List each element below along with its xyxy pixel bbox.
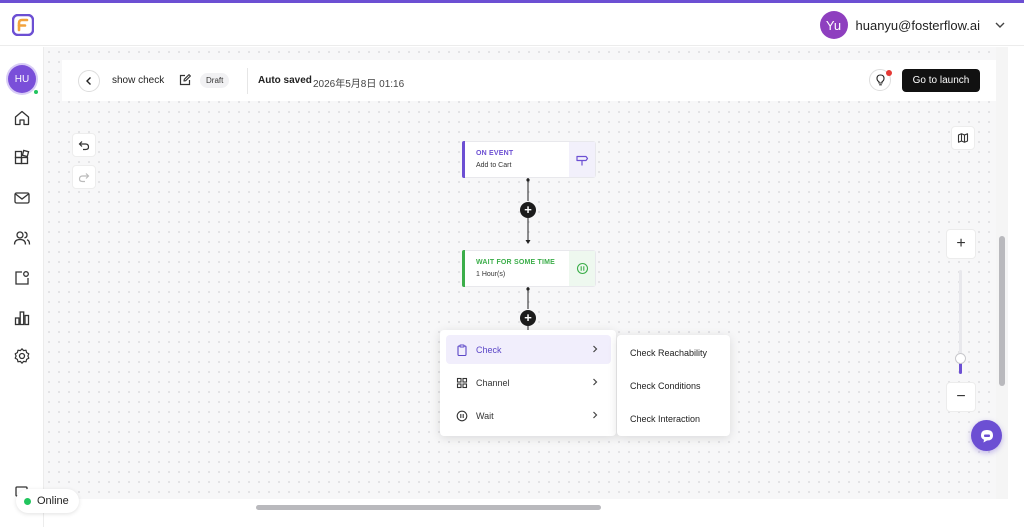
online-status: Online — [16, 489, 79, 513]
node-title: ON EVENT — [476, 150, 514, 157]
edit-icon[interactable] — [178, 73, 192, 87]
users-icon[interactable] — [13, 229, 31, 247]
back-button[interactable] — [78, 70, 100, 92]
chat-support-button[interactable] — [971, 420, 1002, 451]
redo-button[interactable] — [72, 165, 96, 189]
top-bar: Yu huanyu@fosterflow.ai — [0, 3, 1024, 46]
menu-item-check[interactable]: Check — [446, 335, 611, 364]
node-title: WAIT FOR SOME TIME — [476, 259, 556, 266]
settings-icon[interactable] — [13, 347, 31, 365]
zoom-in-button[interactable]: + — [946, 229, 976, 259]
menu-item-label: Wait — [476, 410, 494, 421]
online-dot — [24, 497, 31, 505]
add-step-menu: Check Channel Wait — [440, 330, 616, 436]
sidebar: HU — [0, 47, 44, 527]
chevron-left-icon — [86, 77, 91, 85]
grid-icon — [456, 377, 468, 388]
event-node[interactable]: ON EVENT Add to Cart — [462, 141, 596, 178]
node-subtitle: Add to Cart — [476, 162, 512, 169]
minimap-button[interactable] — [951, 126, 975, 150]
lightbulb-icon — [875, 74, 885, 86]
submenu-item-check-interaction[interactable]: Check Interaction — [630, 414, 700, 424]
divider — [247, 68, 248, 94]
submenu-item-check-conditions[interactable]: Check Conditions — [630, 381, 701, 391]
node-subtitle: 1 Hour(s) — [476, 271, 506, 278]
pause-circle-icon — [456, 410, 468, 421]
segment-icon[interactable] — [13, 269, 31, 287]
autosave-time: 2026年5月8日 01:16 — [313, 79, 405, 90]
zoom-out-button[interactable]: − — [946, 382, 976, 412]
sidebar-avatar[interactable]: HU — [8, 65, 36, 93]
node-icon-box — [569, 142, 595, 177]
go-to-launch-button[interactable]: Go to launch — [902, 69, 980, 92]
online-indicator — [33, 89, 39, 95]
undo-button[interactable] — [72, 133, 96, 157]
check-submenu: Check Reachability Check Conditions Chec… — [617, 335, 730, 436]
status-badge: Draft — [200, 73, 230, 88]
redo-icon — [78, 173, 90, 183]
zoom-slider-handle[interactable] — [955, 353, 966, 364]
chat-icon — [980, 429, 993, 442]
menu-item-label: Check — [476, 344, 502, 355]
map-icon — [957, 133, 969, 143]
avatar[interactable]: Yu — [819, 11, 848, 39]
horizontal-scrollbar[interactable] — [256, 505, 601, 510]
chevron-right-icon — [593, 411, 598, 419]
node-icon-box — [569, 251, 595, 286]
flow-name: show check — [112, 75, 165, 86]
undo-icon — [78, 141, 90, 151]
menu-item-wait[interactable]: Wait — [446, 401, 611, 430]
online-label: Online — [37, 495, 69, 507]
user-email: huanyu@fosterflow.ai — [855, 17, 981, 33]
wait-node[interactable]: WAIT FOR SOME TIME 1 Hour(s) — [462, 250, 596, 287]
menu-item-channel[interactable]: Channel — [446, 368, 611, 397]
autosave-label: Auto saved — [258, 75, 312, 86]
add-step-button[interactable]: + — [520, 202, 536, 218]
node-accent-bar — [462, 141, 465, 178]
vertical-scrollbar[interactable] — [999, 236, 1005, 386]
submenu-item-check-reachability[interactable]: Check Reachability — [630, 348, 707, 358]
pause-circle-icon — [576, 262, 588, 275]
mail-icon[interactable] — [13, 189, 31, 207]
chevron-right-icon — [593, 345, 598, 353]
grid-icon[interactable] — [13, 149, 31, 167]
app-logo-icon[interactable] — [12, 14, 34, 36]
node-accent-bar — [462, 250, 465, 287]
signpost-icon — [576, 155, 589, 165]
chart-icon[interactable] — [13, 309, 31, 327]
menu-item-label: Channel — [476, 377, 510, 388]
chevron-down-icon[interactable] — [994, 19, 1006, 31]
add-step-button[interactable]: + — [520, 310, 536, 326]
window-edge — [1008, 47, 1024, 527]
notification-dot — [886, 70, 892, 76]
clipboard-icon — [457, 343, 467, 356]
home-icon[interactable] — [13, 109, 31, 127]
flow-toolbar: show check Draft Auto saved 2026年5月8日 01… — [62, 60, 996, 101]
chevron-right-icon — [593, 378, 598, 386]
user-menu[interactable]: Yu huanyu@fosterflow.ai — [819, 11, 1007, 39]
